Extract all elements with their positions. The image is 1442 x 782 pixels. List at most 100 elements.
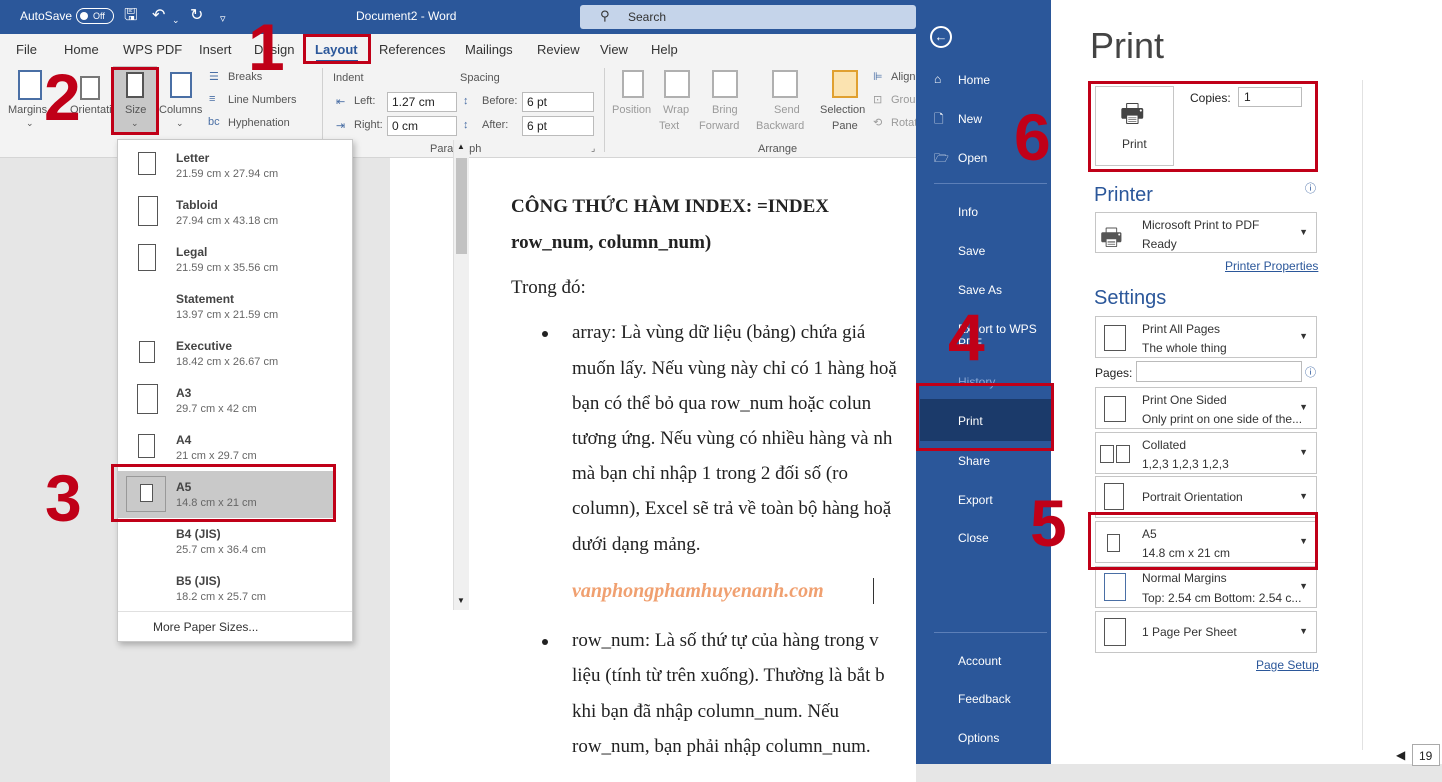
doc-bullet1-line5: mà bạn chỉ nhập 1 trong 2 đối số (ro [572,463,848,484]
undo-dropdown-icon[interactable]: ⌄ [172,11,180,29]
nav-info[interactable]: Info [958,205,978,219]
save-icon[interactable]: 🖫 [124,7,138,25]
tab-wps-pdf[interactable]: WPS PDF [123,42,182,57]
pages-per-sheet-value: 1 Page Per Sheet [1142,625,1237,639]
nav-export[interactable]: Export [958,493,993,507]
margins-button[interactable]: Margins [8,104,47,116]
group-icon: ⊡ [873,94,883,106]
wrap-text-button[interactable]: Wrap [663,104,689,116]
paper-size-a3[interactable]: A3 29.7 cm x 42 cm [118,377,336,424]
print-title: Print [1090,25,1165,66]
wrap-text-line2: Text [659,120,680,132]
position-button[interactable]: Position [612,104,651,116]
dropdown-arrow-icon: ▼ [1299,402,1308,412]
scrollbar-thumb[interactable] [456,158,467,254]
page-icon [138,434,155,458]
step-4-highlight-box [916,383,1054,451]
tab-help[interactable]: Help [651,42,678,57]
nav-new[interactable]: New [958,112,982,126]
redo-icon[interactable]: ↻ [190,7,203,25]
align-button[interactable]: Align [891,71,915,83]
back-arrow-icon[interactable]: ← [930,26,952,48]
paper-size-name: A3 [176,386,192,400]
autosave-toggle[interactable]: Off [76,8,114,24]
info-icon[interactable]: ⓘ [1305,180,1316,196]
send-backward-button[interactable]: Send [774,104,800,116]
nav-close[interactable]: Close [958,531,989,545]
indent-right-input[interactable]: 0 cm [387,116,457,136]
indent-right-label: Right: [354,119,383,131]
paper-size-letter[interactable]: Letter 21.59 cm x 27.94 cm [118,142,336,189]
paper-size-menu: Letter 21.59 cm x 27.94 cm Tabloid 27.94… [117,139,469,642]
tab-view[interactable]: View [600,42,628,57]
paper-size-legal[interactable]: Legal 21.59 cm x 35.56 cm [118,236,336,283]
doc-bullet1-line4: tương ứng. Nếu vùng có nhiều hàng và nh [572,428,893,449]
doc-heading-line1: CÔNG THỨC HÀM INDEX: =INDEX [511,196,829,217]
bullet-icon [542,639,548,645]
paper-size-b4-jis[interactable]: B4 (JIS) 25.7 cm x 36.4 cm [118,518,336,565]
nav-save[interactable]: Save [958,244,985,258]
collation-dropdown[interactable]: Collated 1,2,3 1,2,3 1,2,3 ▼ [1095,432,1317,474]
printer-icon: 🖶 [1100,224,1123,251]
menu-scrollbar[interactable]: ▲ ▼ [453,140,469,610]
step-1-highlight-box [303,34,371,64]
page-setup-link[interactable]: Page Setup [1256,658,1319,672]
page-number-input[interactable]: 19 [1412,744,1440,766]
nav-options[interactable]: Options [958,731,999,745]
rotate-icon: ⟲ [873,117,883,129]
paper-size-executive[interactable]: Executive 18.42 cm x 26.67 cm [118,330,336,377]
hyphenation-button[interactable]: Hyphenation [228,117,290,129]
columns-button[interactable]: Columns [159,104,202,116]
nav-open[interactable]: Open [958,151,987,165]
selection-pane-button[interactable]: Selection [820,104,865,116]
paper-size-tabloid[interactable]: Tabloid 27.94 cm x 43.18 cm [118,189,336,236]
printer-properties-link[interactable]: Printer Properties [1225,259,1318,273]
more-paper-sizes-link[interactable]: More Paper Sizes... [153,620,258,634]
doc-bullet2-line4: row_num, bạn phải nhập column_num. [572,736,871,757]
watermark-text: vanphongphamhuyenanh.com [572,580,824,602]
step-5-highlight-box [1088,512,1318,570]
dropdown-arrow-icon: ▼ [1299,331,1308,341]
customize-toolbar-icon[interactable]: ▿ [220,10,226,28]
send-backward-icon [772,70,798,98]
margins-dropdown[interactable]: Normal Margins Top: 2.54 cm Bottom: 2.54… [1095,566,1317,608]
nav-save-as[interactable]: Save As [958,283,1002,297]
nav-feedback[interactable]: Feedback [958,692,1011,706]
columns-icon [170,72,192,98]
paper-size-statement[interactable]: Statement 13.97 cm x 21.59 cm [118,283,336,330]
spacing-before-label: Before: [482,95,518,107]
tab-insert[interactable]: Insert [199,42,232,57]
spacing-before-input[interactable]: 6 pt [522,92,594,112]
tab-home[interactable]: Home [64,42,99,57]
sides-dropdown[interactable]: Print One Sided Only print on one side o… [1095,387,1317,429]
tab-references[interactable]: References [379,42,445,57]
nav-share[interactable]: Share [958,454,990,468]
print-range-dropdown[interactable]: Print All Pages The whole thing ▼ [1095,316,1317,358]
tab-file[interactable]: File [16,42,37,57]
pages-input[interactable] [1136,361,1302,382]
tab-review[interactable]: Review [537,42,580,57]
line-numbers-button[interactable]: Line Numbers [228,94,296,106]
search-box[interactable]: ⚲ Search [580,5,916,29]
scroll-down-icon[interactable]: ▼ [457,596,465,605]
page-icon [138,196,158,226]
scroll-up-icon[interactable]: ▲ [457,142,465,151]
text-cursor [873,578,874,604]
previous-page-icon[interactable]: ◀ [1396,748,1405,762]
spacing-after-input[interactable]: 6 pt [522,116,594,136]
ribbon-tabs: File Home WPS PDF Insert Design Referenc… [0,34,916,64]
paper-size-b5-jis[interactable]: B5 (JIS) 18.2 cm x 25.7 cm [118,565,336,612]
doc-bullet1-line6: column), Excel sẽ trả về toàn bộ hàng ho… [572,498,892,519]
nav-account[interactable]: Account [958,654,1001,668]
tab-mailings[interactable]: Mailings [465,42,513,57]
page-icon [139,341,155,363]
info-icon[interactable]: ⓘ [1305,364,1316,380]
nav-home[interactable]: Home [958,73,990,87]
bring-forward-button[interactable]: Bring [712,104,738,116]
paragraph-dialog-launcher-icon[interactable]: ⌟ [591,143,595,154]
indent-left-input[interactable]: 1.27 cm [387,92,457,112]
pages-per-sheet-dropdown[interactable]: 1 Page Per Sheet ▼ [1095,611,1317,653]
nav-separator [934,183,1047,184]
undo-icon[interactable]: ↶ [152,7,165,25]
printer-dropdown[interactable]: 🖶 Microsoft Print to PDF Ready ▼ [1095,212,1317,253]
